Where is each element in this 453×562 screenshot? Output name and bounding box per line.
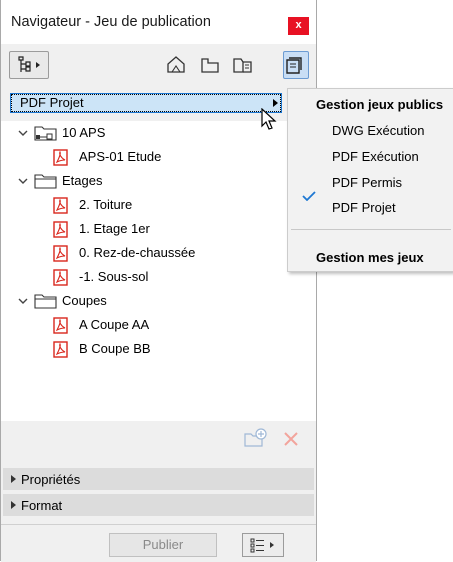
- mouse-cursor-icon: [261, 108, 277, 130]
- navigator-toolbar: [1, 44, 316, 88]
- checkmark-icon: [302, 191, 316, 201]
- pdf-file-icon: [53, 245, 68, 262]
- linked-folder-icon: [34, 126, 57, 141]
- tree-item-pdf[interactable]: APS-01 Etude: [1, 145, 316, 169]
- tree-item-label: -1. Sous-sol: [79, 269, 149, 284]
- chevron-right-icon: [11, 475, 16, 483]
- tree-item-label: 10 APS: [62, 125, 106, 140]
- organizer-button[interactable]: [230, 51, 256, 79]
- publish-button[interactable]: Publier: [109, 533, 217, 557]
- bottom-bar: Publier: [1, 524, 316, 562]
- tree-item-pdf[interactable]: 0. Rez-de-chaussée: [1, 241, 316, 265]
- menu-item-pdf-execution[interactable]: PDF Exécution: [332, 149, 419, 164]
- folder-icon: [34, 294, 57, 309]
- organizer-icon: [233, 58, 252, 73]
- publisher-sets-button[interactable]: [283, 51, 309, 79]
- menu-header-public-sets[interactable]: Gestion jeux publics: [316, 97, 443, 112]
- list-options-icon: [250, 538, 274, 553]
- tree-item-label: 0. Rez-de-chaussée: [79, 245, 196, 260]
- format-section-header[interactable]: Format: [3, 494, 314, 516]
- tree-item-label: APS-01 Etude: [79, 149, 162, 164]
- menu-item-pdf-permis[interactable]: PDF Permis: [332, 175, 402, 190]
- pdf-file-icon: [53, 341, 68, 358]
- tree-item-label: Etages: [62, 173, 103, 188]
- view-map-icon: [167, 56, 185, 73]
- project-map-icon: [18, 56, 40, 72]
- tree-item-label: Coupes: [62, 293, 107, 308]
- navigator-palette: Navigateur - Jeu de publication x PDF Pr…: [0, 0, 317, 562]
- tree-item-label: 2. Toiture: [79, 197, 133, 212]
- chevron-down-icon[interactable]: [18, 128, 28, 138]
- properties-section-header[interactable]: Propriétés: [3, 468, 314, 490]
- tree-actions-bar: [1, 421, 316, 463]
- properties-label: Propriétés: [21, 472, 81, 487]
- project-map-button[interactable]: [9, 51, 49, 79]
- options-button[interactable]: [242, 533, 284, 557]
- delete-icon[interactable]: [283, 431, 299, 447]
- focus-outline: [11, 94, 281, 112]
- tree-item-pdf[interactable]: 1. Etage 1er: [1, 217, 316, 241]
- publisher-tree: 10 APS APS-01 Etude Etages 2. Toiture 1.…: [1, 121, 316, 421]
- chevron-right-icon: [11, 501, 16, 509]
- close-button[interactable]: x: [288, 17, 309, 35]
- pdf-file-icon: [53, 269, 68, 286]
- layout-book-icon: [201, 58, 219, 73]
- tree-item-pdf[interactable]: A Coupe AA: [1, 313, 316, 337]
- chevron-down-icon[interactable]: [18, 296, 28, 306]
- tree-item-label: A Coupe AA: [79, 317, 150, 332]
- format-label: Format: [21, 498, 63, 513]
- tree-item-label: 1. Etage 1er: [79, 221, 150, 236]
- view-map-button[interactable]: [164, 51, 190, 79]
- tree-folder-coupes[interactable]: Coupes: [1, 289, 316, 313]
- publisher-sets-icon: [286, 57, 302, 74]
- pdf-file-icon: [53, 149, 68, 166]
- menu-header-my-sets[interactable]: Gestion mes jeux: [316, 250, 424, 265]
- publisher-set-menu: Gestion jeux publics DWG Exécution PDF E…: [287, 88, 453, 272]
- title-bar: Navigateur - Jeu de publication x: [1, 0, 316, 44]
- pdf-file-icon: [53, 317, 68, 334]
- folder-icon: [34, 174, 57, 189]
- window-title: Navigateur - Jeu de publication: [11, 14, 211, 30]
- menu-item-dwg-execution[interactable]: DWG Exécution: [332, 123, 424, 138]
- pdf-file-icon: [53, 197, 68, 214]
- menu-separator: [291, 229, 451, 230]
- menu-item-pdf-projet[interactable]: PDF Projet: [332, 200, 396, 215]
- tree-folder-etages[interactable]: Etages: [1, 169, 316, 193]
- tree-item-pdf[interactable]: -1. Sous-sol: [1, 265, 316, 289]
- new-folder-icon[interactable]: [244, 427, 268, 449]
- chevron-down-icon[interactable]: [18, 176, 28, 186]
- pdf-file-icon: [53, 221, 68, 238]
- tree-item-pdf[interactable]: 2. Toiture: [1, 193, 316, 217]
- layout-book-button[interactable]: [198, 51, 224, 79]
- tree-item-label: B Coupe BB: [79, 341, 151, 356]
- tree-item-pdf[interactable]: B Coupe BB: [1, 337, 316, 361]
